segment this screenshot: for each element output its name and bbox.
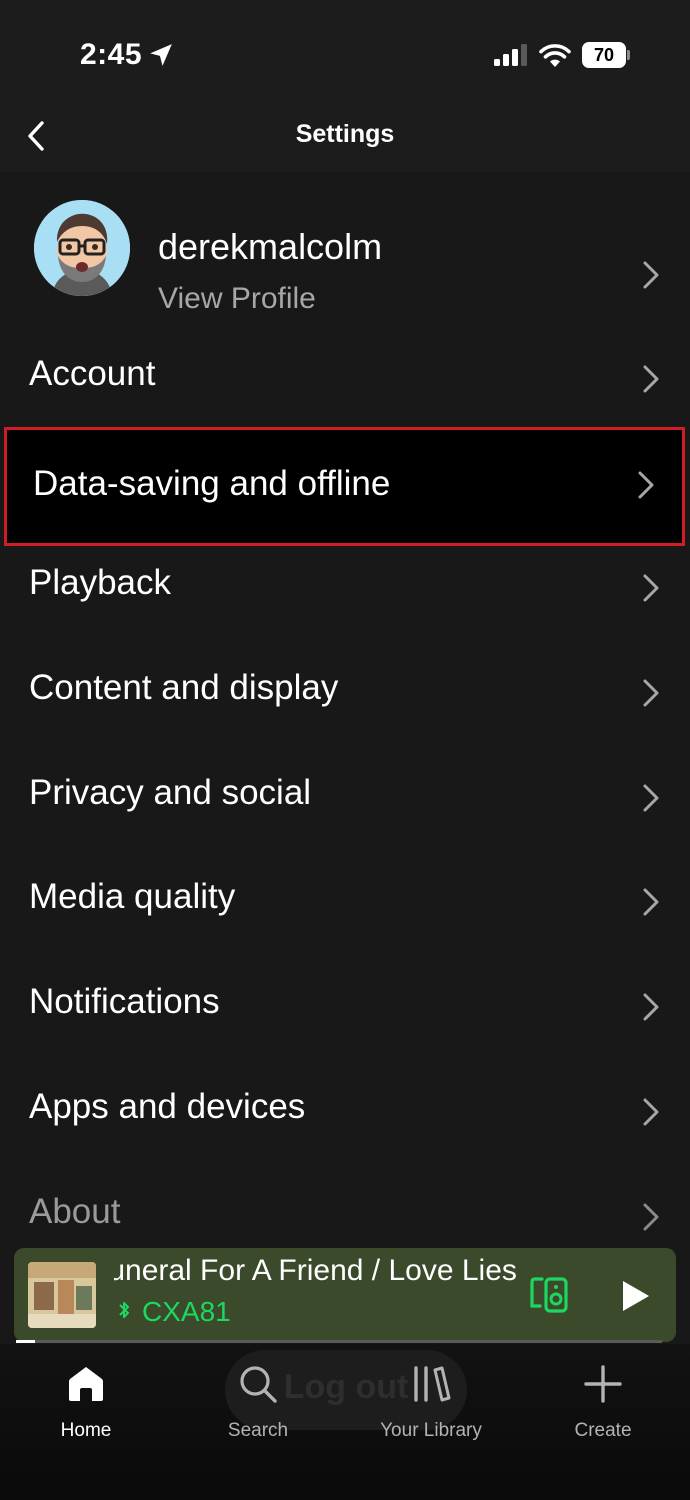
settings-item-data-saving-and-offline[interactable]: Data-saving and offline [4, 427, 685, 546]
view-profile-label: View Profile [158, 282, 316, 315]
connected-device-name: CXA81 [142, 1296, 231, 1327]
status-time: 2:45 [80, 38, 143, 71]
settings-item-content-and-display[interactable]: Content and display [0, 640, 690, 745]
bottom-navigation: Log out Home Search Your Library Create [0, 1344, 690, 1500]
battery-tip [627, 50, 630, 60]
chevron-right-icon [642, 783, 660, 813]
status-bar: 2:45 70 [0, 0, 690, 100]
page-title: Settings [295, 120, 395, 148]
settings-item-media-quality[interactable]: Media quality [0, 849, 690, 954]
bluetooth-icon [119, 1302, 129, 1318]
settings-item-label: Apps and devices [29, 1087, 306, 1126]
settings-item-notifications[interactable]: Notifications [0, 954, 690, 1059]
settings-item-account[interactable]: Account [0, 326, 690, 431]
location-arrow-icon [150, 44, 172, 66]
connect-device-icon[interactable] [528, 1276, 570, 1314]
chevron-right-icon [637, 470, 655, 500]
settings-item-apps-and-devices[interactable]: Apps and devices [0, 1059, 690, 1164]
chevron-right-icon [642, 1097, 660, 1127]
mini-player[interactable]: Funeral For A Friend / Love Lies Bleedin… [14, 1248, 676, 1342]
chevron-right-icon [642, 573, 660, 603]
settings-item-label: Media quality [29, 877, 236, 916]
nav-item-search[interactable]: Search [183, 1364, 333, 1454]
cellular-signal-icon [494, 44, 527, 66]
track-title: Funeral For A Friend / Love Lies Bleedin… [114, 1254, 522, 1287]
playback-progress-bar [16, 1340, 662, 1343]
track-title-marquee: Funeral For A Friend / Love Lies Bleedin… [114, 1254, 522, 1294]
album-cover-image [28, 1262, 96, 1328]
playback-progress-fill [16, 1340, 36, 1343]
album-art [28, 1262, 96, 1328]
chevron-right-icon [642, 260, 660, 290]
settings-screen: 2:45 70 Settings derekmalcolm View Profi… [0, 0, 690, 1500]
settings-header: Settings [0, 100, 690, 172]
wifi-icon [539, 44, 571, 67]
home-icon [69, 1367, 103, 1401]
nav-label: Your Library [380, 1420, 482, 1441]
chevron-right-icon [642, 887, 660, 917]
nav-label: Search [227, 1420, 289, 1441]
settings-item-label: Notifications [29, 982, 220, 1021]
chevron-right-icon [642, 678, 660, 708]
settings-item-playback[interactable]: Playback [0, 535, 690, 640]
settings-item-label: About [29, 1192, 121, 1231]
settings-item-label: Playback [29, 563, 172, 602]
nav-label: Create [574, 1420, 632, 1441]
settings-item-label: Content and display [29, 668, 339, 707]
settings-item-label: Data-saving and offline [33, 464, 391, 503]
chevron-right-icon [642, 364, 660, 394]
battery-level: 70 [593, 45, 615, 65]
play-icon[interactable] [618, 1278, 652, 1314]
nav-item-home[interactable]: Home [11, 1364, 161, 1454]
chevron-right-icon [642, 992, 660, 1022]
settings-item-privacy-and-social[interactable]: Privacy and social [0, 745, 690, 850]
library-icon [414, 1366, 451, 1402]
avatar-memoji-image [34, 200, 130, 296]
plus-icon [584, 1365, 622, 1403]
settings-list: derekmalcolm View Profile Account Data-s… [0, 172, 690, 1352]
chevron-right-icon [642, 1202, 660, 1232]
avatar [34, 200, 130, 296]
profile-row[interactable]: derekmalcolm View Profile [0, 196, 690, 315]
nav-item-your-library[interactable]: Your Library [356, 1364, 506, 1454]
profile-name: derekmalcolm [158, 226, 383, 267]
search-icon [240, 1366, 277, 1403]
settings-item-label: Privacy and social [29, 773, 312, 812]
battery-icon: 70 [582, 42, 630, 68]
settings-item-label: Account [29, 354, 156, 393]
nav-item-create[interactable]: Create [528, 1364, 678, 1454]
nav-label: Home [60, 1420, 112, 1441]
